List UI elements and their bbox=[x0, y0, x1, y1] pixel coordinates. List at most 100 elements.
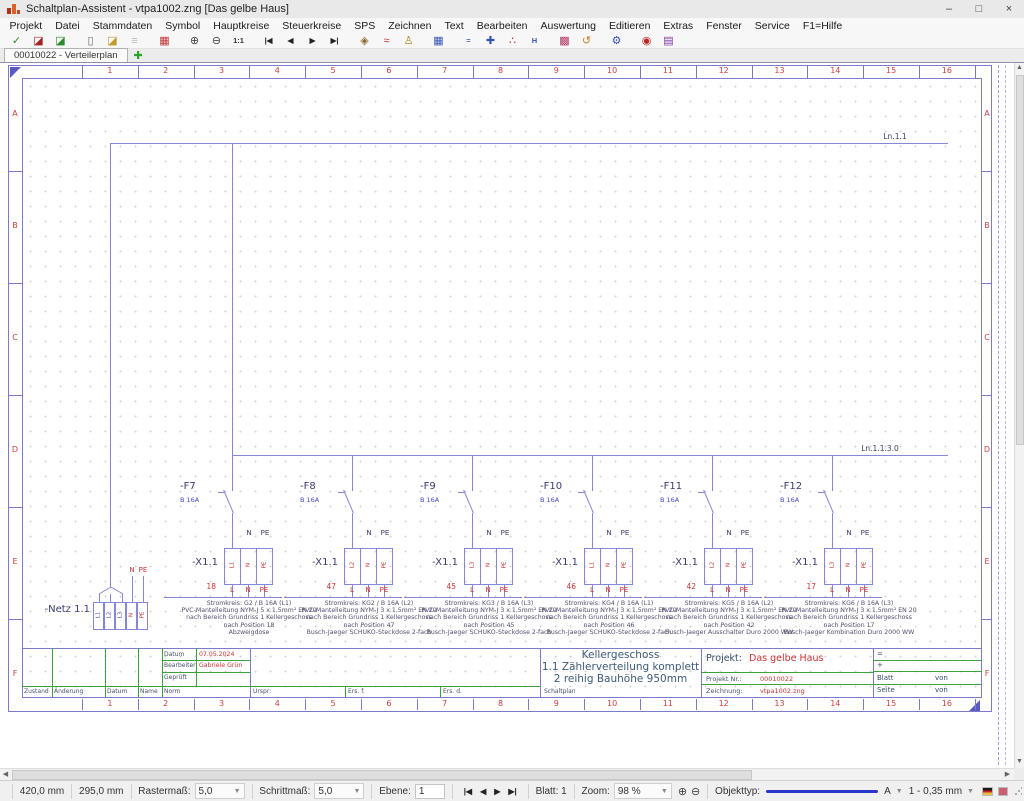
import-green-icon[interactable]: ◪ bbox=[52, 34, 69, 48]
new-drawing-icon[interactable]: ▯ bbox=[82, 34, 99, 48]
last-sheet-icon[interactable]: ▶| bbox=[326, 34, 343, 48]
menu-bearbeiten[interactable]: Bearbeiten bbox=[470, 20, 534, 32]
wire bbox=[122, 594, 123, 602]
menu-f1-hilfe[interactable]: F1=Hilfe bbox=[796, 20, 848, 32]
breaker-rating: B 16A bbox=[180, 496, 199, 504]
vertical-scroll-thumb[interactable] bbox=[1016, 75, 1024, 445]
ruler-column-bottom: 9 bbox=[528, 699, 584, 708]
line-settings-icon[interactable]: = bbox=[460, 34, 477, 48]
bus-line-sub bbox=[232, 455, 948, 456]
rotate-tool-icon[interactable]: ↺ bbox=[578, 34, 595, 48]
first-sheet-icon[interactable]: |◀ bbox=[260, 34, 277, 48]
circuit-wire bbox=[472, 513, 473, 548]
ruler-row-left: E bbox=[9, 557, 21, 566]
circuit-separator-line bbox=[764, 597, 882, 598]
menu-editieren[interactable]: Editieren bbox=[602, 20, 656, 32]
menu-zeichnen[interactable]: Zeichnen bbox=[382, 20, 438, 32]
bridge-tool-icon[interactable]: H bbox=[526, 34, 543, 48]
terminal-header-label: PE bbox=[617, 529, 633, 537]
title-bar: Schaltplan-Assistent - vtpa1002.zng [Das… bbox=[0, 0, 1024, 19]
print-icon[interactable]: ≡ bbox=[126, 34, 143, 48]
conductor-label: N bbox=[241, 586, 255, 594]
ruler-column-top: 9 bbox=[528, 66, 584, 75]
pen-selector[interactable]: A bbox=[884, 786, 891, 797]
project-check-icon[interactable]: ✓ bbox=[8, 34, 25, 48]
line-type-preview[interactable] bbox=[766, 790, 878, 793]
help-book-icon[interactable]: ▤ bbox=[660, 34, 677, 48]
exit-app-icon[interactable]: ◉ bbox=[638, 34, 655, 48]
titleblock-label: Datum bbox=[164, 651, 184, 658]
menu-datei[interactable]: Datei bbox=[49, 20, 87, 32]
circuit-feed-wire bbox=[832, 455, 833, 491]
symbol-palette-icon[interactable]: ▦ bbox=[156, 34, 173, 48]
insert-point-icon[interactable]: ✚ bbox=[482, 34, 499, 48]
previous-sheet-icon[interactable]: ◀ bbox=[282, 34, 299, 48]
snap-points-icon[interactable]: ∴ bbox=[504, 34, 521, 48]
scroll-left-icon[interactable]: ◀ bbox=[1, 770, 10, 780]
vertical-scrollbar[interactable]: ▲ ▼ bbox=[1014, 63, 1024, 768]
source-terminal-label: L1 bbox=[96, 610, 102, 621]
parts-list-icon[interactable]: ▦ bbox=[430, 34, 447, 48]
breaker-tick bbox=[218, 492, 225, 493]
scroll-right-icon[interactable]: ▶ bbox=[1003, 770, 1012, 780]
previous-sheet-button[interactable]: ◀ bbox=[480, 787, 486, 796]
ruler-tick bbox=[975, 66, 976, 78]
terminal-box-label: N bbox=[846, 557, 852, 574]
new-tab-icon[interactable]: ✚ bbox=[134, 50, 143, 62]
menu-fenster[interactable]: Fenster bbox=[700, 20, 749, 32]
horizontal-scroll-thumb[interactable] bbox=[12, 770, 752, 780]
scroll-up-icon[interactable]: ▲ bbox=[1015, 63, 1024, 73]
german-flag-icon[interactable] bbox=[982, 787, 993, 796]
sheet-manager-icon[interactable]: ▩ bbox=[556, 34, 573, 48]
minimize-button[interactable]: – bbox=[934, 0, 964, 18]
resize-grip[interactable] bbox=[1014, 786, 1022, 796]
menu-sps[interactable]: SPS bbox=[348, 20, 382, 32]
main-circuits-icon[interactable]: ≈ bbox=[378, 34, 395, 48]
raster-dropdown[interactable]: 5,0▼ bbox=[195, 783, 245, 799]
breaker-rating: B 16A bbox=[540, 496, 559, 504]
next-sheet-icon[interactable]: ▶ bbox=[304, 34, 321, 48]
ruler-tick bbox=[473, 66, 474, 78]
menu-extras[interactable]: Extras bbox=[657, 20, 700, 32]
ruler-tick bbox=[528, 66, 529, 78]
menu-auswertung[interactable]: Auswertung bbox=[534, 20, 602, 32]
circuit-separator-line bbox=[164, 597, 282, 598]
circuit-wire bbox=[712, 513, 713, 548]
red-flag-icon[interactable] bbox=[998, 787, 1009, 796]
zoom-out-icon[interactable]: ⊖ bbox=[691, 785, 700, 798]
menu-projekt[interactable]: Projekt bbox=[3, 20, 49, 32]
conductor-label: N bbox=[841, 586, 855, 594]
menu-service[interactable]: Service bbox=[748, 20, 796, 32]
horizontal-scrollbar[interactable]: ◀ ▶ bbox=[0, 768, 1014, 780]
export-red-icon[interactable]: ◪ bbox=[30, 34, 47, 48]
maximize-button[interactable]: □ bbox=[964, 0, 994, 18]
zoom-in-icon[interactable]: ⊕ bbox=[678, 785, 687, 798]
first-sheet-button[interactable]: |◀ bbox=[464, 787, 472, 796]
menu-hauptkreise[interactable]: Hauptkreise bbox=[207, 20, 276, 32]
component-data-icon[interactable]: ♙ bbox=[400, 34, 417, 48]
scroll-down-icon[interactable]: ▼ bbox=[1015, 757, 1024, 767]
last-sheet-button[interactable]: ▶| bbox=[508, 787, 516, 796]
find-symbol-icon[interactable]: ◈ bbox=[356, 34, 373, 48]
source-feed-wire bbox=[110, 143, 111, 587]
next-sheet-button[interactable]: ▶ bbox=[494, 787, 500, 796]
drawing-canvas[interactable]: 1122334455667788991010111112121313141415… bbox=[0, 63, 1014, 768]
ebene-input[interactable]: 1 bbox=[415, 784, 445, 799]
open-drawing-icon[interactable]: ◪ bbox=[104, 34, 121, 48]
zoom-dropdown[interactable]: 98 %▼ bbox=[614, 783, 672, 799]
menu-steuerkreise[interactable]: Steuerkreise bbox=[276, 20, 348, 32]
menu-stammdaten[interactable]: Stammdaten bbox=[86, 20, 159, 32]
line-width-selector[interactable]: 1 - 0,35 mm bbox=[909, 786, 962, 797]
drawing-description-line3: 2 reihig Bauhöhe 950mm bbox=[535, 673, 706, 685]
ruler-tick bbox=[919, 66, 920, 78]
tab-verteilerplan[interactable]: 00010022 - Verteilerplan bbox=[4, 48, 128, 62]
zoom-1to1-icon[interactable]: 1:1 bbox=[230, 34, 247, 48]
close-button[interactable]: × bbox=[994, 0, 1024, 18]
menu-symbol[interactable]: Symbol bbox=[159, 20, 207, 32]
terminal-label: -X1.1 bbox=[642, 557, 698, 568]
zoom-in-icon[interactable]: ⊕ bbox=[186, 34, 203, 48]
zoom-out-icon[interactable]: ⊖ bbox=[208, 34, 225, 48]
service-tools-icon[interactable]: ⚙ bbox=[608, 34, 625, 48]
schritt-dropdown[interactable]: 5,0▼ bbox=[314, 783, 364, 799]
menu-text[interactable]: Text bbox=[438, 20, 470, 32]
